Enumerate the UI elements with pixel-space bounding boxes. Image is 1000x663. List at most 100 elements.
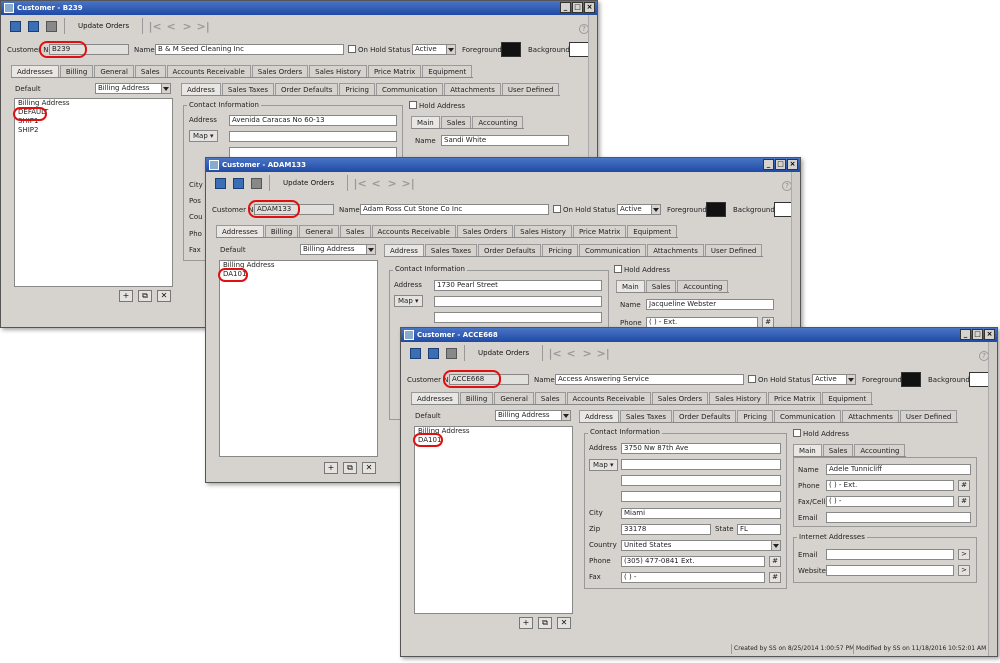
tab-pricing[interactable]: Pricing — [339, 83, 375, 95]
send-email-button[interactable]: > — [958, 549, 970, 560]
zip-field[interactable]: 33178 — [621, 524, 711, 535]
tab-sales[interactable]: Sales — [339, 225, 371, 237]
tab-accounts-receivable[interactable]: Accounts Receivable — [566, 392, 651, 404]
tab-pricing[interactable]: Pricing — [542, 244, 578, 256]
background-swatch[interactable] — [969, 372, 989, 387]
first-record-icon[interactable]: |< — [353, 177, 367, 190]
contact-name-field[interactable]: Sandi White — [441, 135, 569, 146]
tab-addresses[interactable]: Addresses — [216, 225, 264, 237]
tab-communication[interactable]: Communication — [774, 410, 842, 422]
address-line-3[interactable] — [621, 475, 781, 486]
address-list[interactable]: Billing Address DEFAULT SHIP1 SHIP2 — [14, 98, 173, 287]
tab-sales-history[interactable]: Sales History — [709, 392, 767, 404]
tab-accounting[interactable]: Accounting — [854, 444, 906, 456]
tab-accounting[interactable]: Accounting — [677, 280, 729, 292]
tab-billing[interactable]: Billing — [59, 65, 94, 77]
name-field[interactable]: Adam Ross Cut Stone Co Inc — [360, 204, 549, 215]
internet-email-field[interactable] — [826, 549, 954, 560]
contact-name-field[interactable]: Jacqueline Webster — [646, 299, 774, 310]
tab-main[interactable]: Main — [616, 280, 645, 292]
address-list[interactable]: Billing Address DA101 — [414, 426, 573, 614]
tab-address[interactable]: Address — [384, 244, 424, 256]
scrollbar[interactable] — [988, 342, 997, 656]
open-website-button[interactable]: > — [958, 565, 970, 576]
save-icon[interactable] — [212, 175, 228, 191]
save-icon[interactable] — [407, 345, 423, 361]
copy-button[interactable]: ⧉ — [138, 290, 152, 302]
fax-cell-field[interactable]: ( ) - — [826, 496, 954, 507]
tab-price-matrix[interactable]: Price Matrix — [572, 225, 627, 237]
tab-sales-orders[interactable]: Sales Orders — [251, 65, 309, 77]
maximize-button[interactable]: □ — [775, 159, 786, 170]
tab-general[interactable]: General — [299, 225, 339, 237]
phone-field[interactable]: (305) 477-0841 Ext. — [621, 556, 765, 567]
name-field[interactable]: Access Answering Service — [555, 374, 744, 385]
next-record-icon[interactable]: > — [180, 20, 194, 33]
country-select[interactable]: United States — [621, 540, 781, 551]
email-field[interactable] — [826, 512, 971, 523]
dial-fax-cell-button[interactable]: # — [958, 496, 970, 507]
tab-main[interactable]: Main — [793, 444, 822, 456]
tab-price-matrix[interactable]: Price Matrix — [767, 392, 822, 404]
save-close-icon[interactable] — [425, 345, 441, 361]
tab-main[interactable]: Main — [411, 116, 440, 128]
close-button[interactable]: × — [584, 2, 595, 13]
tab-attachments[interactable]: Attachments — [444, 83, 501, 95]
last-record-icon[interactable]: >| — [596, 347, 610, 360]
delete-button[interactable]: ✕ — [362, 462, 376, 474]
minimize-button[interactable]: _ — [560, 2, 571, 13]
tab-address[interactable]: Address — [181, 83, 221, 95]
last-record-icon[interactable]: >| — [196, 20, 210, 33]
tab-sales-taxes[interactable]: Sales Taxes — [424, 244, 478, 256]
website-field[interactable] — [826, 565, 954, 576]
update-orders-button[interactable]: Update Orders — [275, 175, 342, 191]
print-icon[interactable] — [43, 18, 59, 34]
foreground-swatch[interactable] — [901, 372, 921, 387]
hold-address-checkbox[interactable] — [409, 101, 417, 109]
tab-accounting[interactable]: Accounting — [472, 116, 524, 128]
update-orders-button[interactable]: Update Orders — [70, 18, 137, 34]
map-button[interactable]: Map ▾ — [189, 130, 218, 142]
tab-sales-history[interactable]: Sales History — [309, 65, 367, 77]
delete-button[interactable]: ✕ — [557, 617, 571, 629]
status-select[interactable]: Active — [812, 374, 856, 385]
tab-sales-history[interactable]: Sales History — [514, 225, 572, 237]
address-line-1[interactable]: Avenida Caracas No 60-13 — [229, 115, 397, 126]
hold-address-checkbox[interactable] — [614, 265, 622, 273]
background-swatch[interactable] — [569, 42, 589, 57]
address-line-1[interactable]: 3750 Nw 87th Ave — [621, 443, 781, 454]
fax-field[interactable]: ( ) - — [621, 572, 765, 583]
map-button[interactable]: Map ▾ — [394, 295, 423, 307]
first-record-icon[interactable]: |< — [548, 347, 562, 360]
map-button[interactable]: Map ▾ — [589, 459, 618, 471]
update-orders-button[interactable]: Update Orders — [470, 345, 537, 361]
address-line-2[interactable] — [434, 296, 602, 307]
address-line-2[interactable] — [229, 131, 397, 142]
add-button[interactable]: + — [119, 290, 133, 302]
tab-addresses[interactable]: Addresses — [11, 65, 59, 77]
title-bar[interactable]: Customer - B239 _ □ × — [1, 1, 597, 15]
next-record-icon[interactable]: > — [580, 347, 594, 360]
foreground-swatch[interactable] — [501, 42, 521, 57]
city-field[interactable]: Miami — [621, 508, 781, 519]
on-hold-checkbox[interactable] — [748, 375, 756, 383]
dial-phone-button[interactable]: # — [769, 556, 781, 567]
tab-sales-orders[interactable]: Sales Orders — [456, 225, 514, 237]
tab-equipment[interactable]: Equipment — [627, 225, 678, 237]
address-line-4[interactable] — [621, 491, 781, 502]
address-line-1[interactable]: 1730 Pearl Street — [434, 280, 602, 291]
maximize-button[interactable]: □ — [572, 2, 583, 13]
delete-button[interactable]: ✕ — [157, 290, 171, 302]
dial-contact-phone-button[interactable]: # — [958, 480, 970, 491]
status-select[interactable]: Active — [412, 44, 456, 55]
prev-record-icon[interactable]: < — [369, 177, 383, 190]
status-select[interactable]: Active — [617, 204, 661, 215]
title-bar[interactable]: Customer - ADAM133 _ □ × — [206, 158, 800, 172]
copy-button[interactable]: ⧉ — [538, 617, 552, 629]
maximize-button[interactable]: □ — [972, 329, 983, 340]
last-record-icon[interactable]: >| — [401, 177, 415, 190]
tab-sales[interactable]: Sales — [534, 392, 566, 404]
tab-communication[interactable]: Communication — [579, 244, 647, 256]
minimize-button[interactable]: _ — [960, 329, 971, 340]
tab-order-defaults[interactable]: Order Defaults — [478, 244, 542, 256]
